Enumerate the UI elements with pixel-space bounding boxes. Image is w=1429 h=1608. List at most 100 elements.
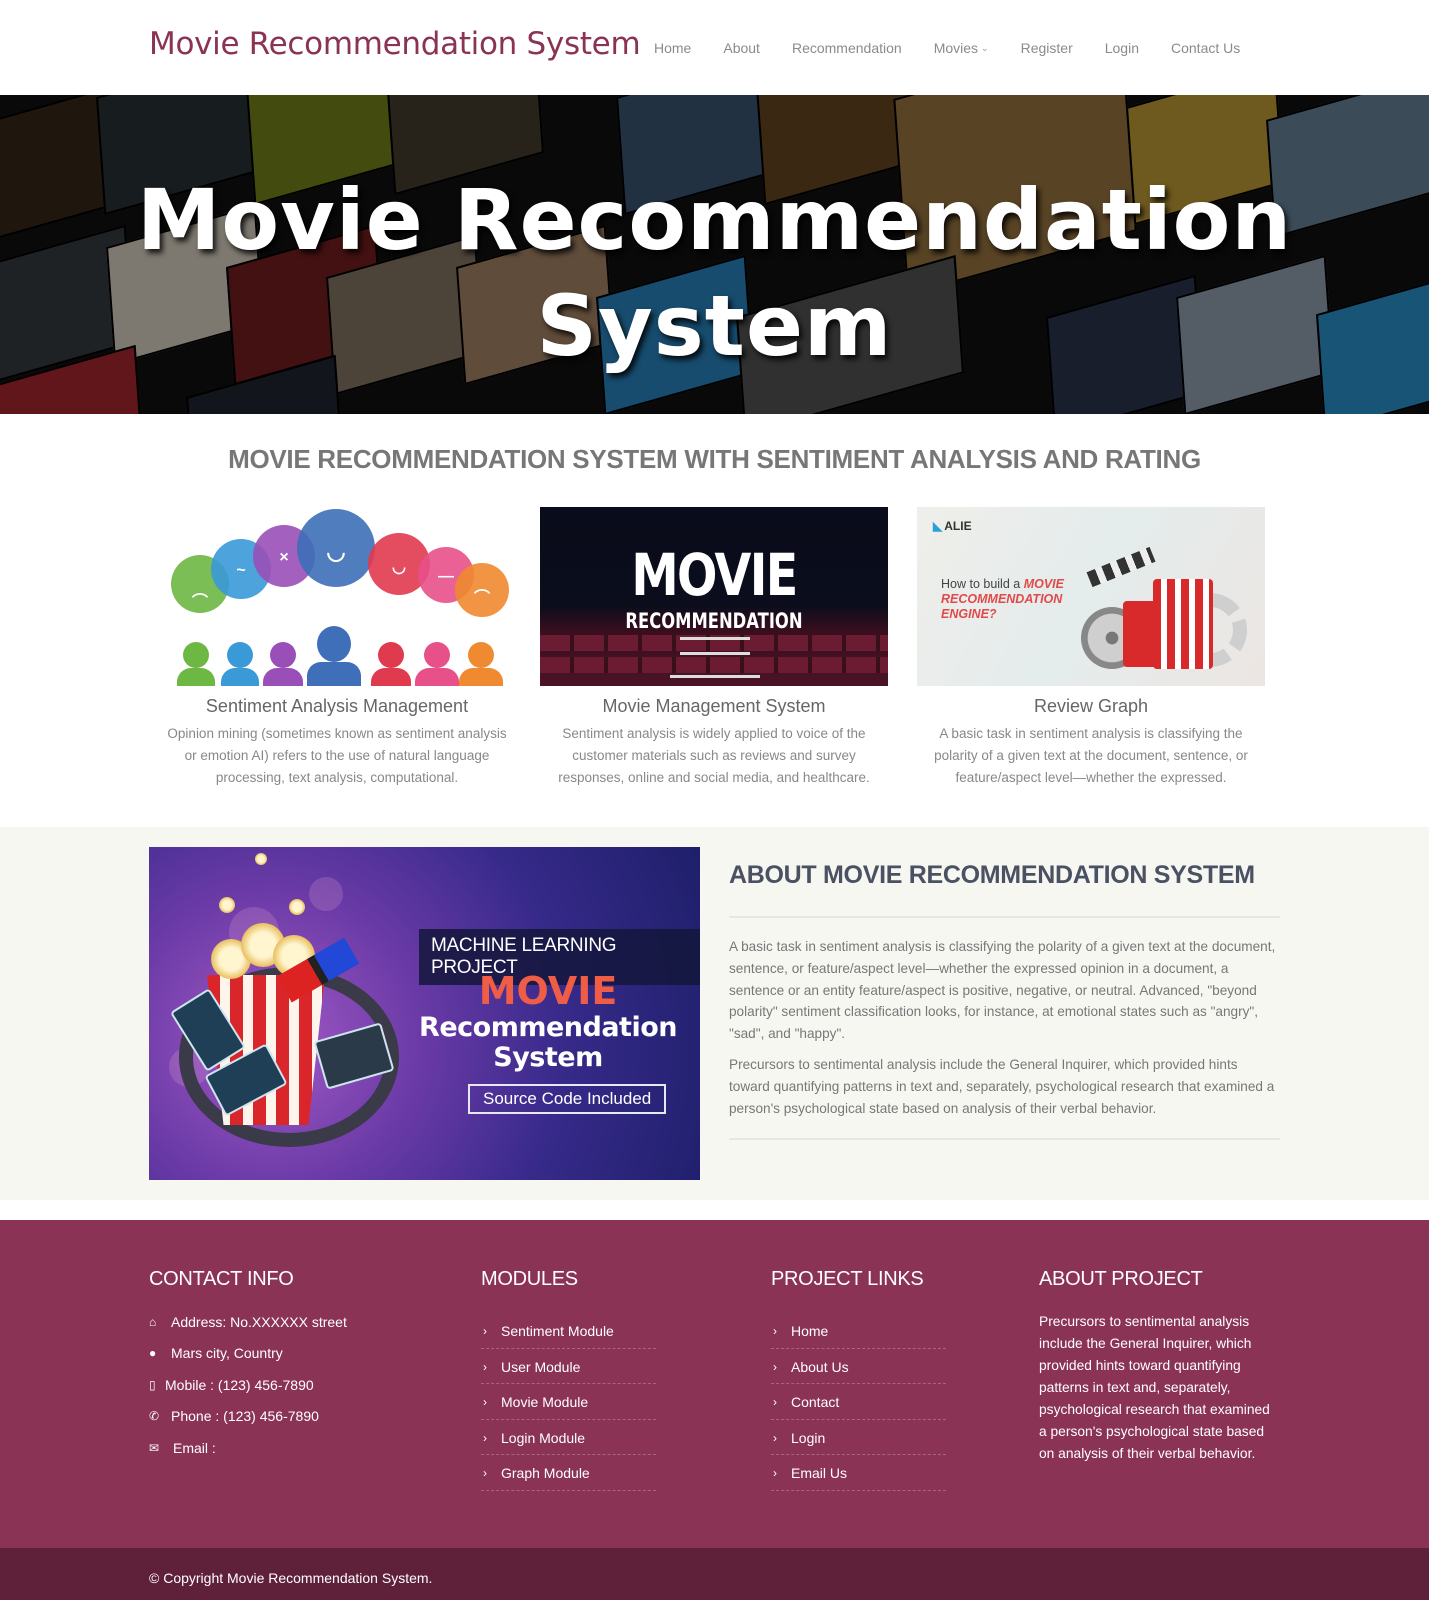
source-code-badge: Source Code Included <box>468 1084 667 1114</box>
image-title: MOVIE <box>631 541 798 609</box>
aisle-step <box>680 652 750 655</box>
modules-list: › Sentiment Module › User Module › Movie Mo… <box>481 1313 656 1491</box>
hero-banner: Movie Recommendation System <box>0 95 1429 414</box>
footer: CONTACT INFO ⌂ Address: No.XXXXXX street … <box>0 1220 1429 1548</box>
person-icon <box>371 668 411 686</box>
contact-text: Address: No.XXXXXX street <box>171 1313 347 1330</box>
chevron-right-icon: › <box>483 1430 487 1445</box>
person-head <box>468 642 494 668</box>
hero-title-line2: System <box>536 277 893 375</box>
nav-label: Recommendation <box>791 40 902 56</box>
module-link-movie[interactable]: › Movie Module <box>481 1384 656 1420</box>
project-links-list: › Home › About Us › Contact › Login › Email U… <box>771 1313 946 1491</box>
footer-heading: PROJECT LINKS <box>771 1268 924 1290</box>
link-text[interactable]: Login Module <box>501 1430 585 1446</box>
project-link-contact[interactable]: › Contact <box>771 1384 946 1420</box>
contact-list: ⌂ Address: No.XXXXXX street ● Mars city, C… <box>149 1306 347 1464</box>
module-link-graph[interactable]: › Graph Module <box>481 1455 656 1491</box>
contact-city: ● Mars city, Country <box>149 1338 347 1370</box>
popcorn-piece <box>255 853 267 865</box>
popcorn-piece <box>219 897 235 913</box>
unsure-bubble-icon: ⌒ <box>455 563 509 617</box>
nav-contact-us[interactable]: Contact Us <box>1171 40 1240 56</box>
contact-phone: ✆ Phone : (123) 456-7890 <box>149 1401 347 1433</box>
person-head <box>317 626 351 662</box>
nav-home[interactable]: Home <box>654 40 691 56</box>
link-text[interactable]: Login <box>791 1430 825 1446</box>
nav-about[interactable]: About <box>723 40 760 56</box>
module-link-user[interactable]: › User Module <box>481 1349 656 1384</box>
project-link-home[interactable]: › Home <box>771 1313 946 1349</box>
person-head <box>270 642 296 668</box>
navbar: Movie Recommendation System Home About R… <box>0 0 1429 95</box>
promo-movie-title: MOVIE <box>478 969 618 1013</box>
caption-plain: How to build a <box>941 577 1024 591</box>
contact-text: Phone : (123) 456-7890 <box>171 1408 319 1425</box>
happy-bubble-icon: ◡ <box>297 509 375 587</box>
card-text: Sentiment analysis is widely applied to … <box>558 726 870 785</box>
footer-contact-info: CONTACT INFO ⌂ Address: No.XXXXXX street … <box>149 1268 347 1464</box>
envelope-icon: ✉ <box>149 1440 160 1455</box>
link-text[interactable]: User Module <box>501 1359 580 1375</box>
link-text[interactable]: About Us <box>791 1359 849 1375</box>
nav-movies-dropdown[interactable]: Movies ⌄ <box>934 40 989 56</box>
contact-address: ⌂ Address: No.XXXXXX street <box>149 1306 347 1338</box>
home-icon: ⌂ <box>149 1314 157 1329</box>
person-head <box>378 642 404 668</box>
feature-cards: ︵ ~ × ◡ ◡ — ⌒ Sentiment Analysis Managem… <box>0 507 1429 789</box>
nav-label: Contact Us <box>1171 40 1241 56</box>
project-link-about[interactable]: › About Us <box>771 1349 946 1384</box>
project-link-login[interactable]: › Login <box>771 1420 946 1455</box>
person-icon <box>415 668 459 686</box>
person-icon <box>307 662 361 686</box>
card-title: Sentiment Analysis Management <box>205 696 469 716</box>
promo-line2: System <box>493 1042 603 1073</box>
link-text[interactable]: Email Us <box>791 1465 847 1481</box>
footer-about-project: ABOUT PROJECT Precursors to sentimental … <box>1039 1268 1279 1465</box>
person-icon <box>177 668 215 686</box>
caption-emph: RECOMMENDATION <box>941 592 1063 606</box>
link-text[interactable]: Home <box>791 1323 828 1339</box>
sentiment-image: ︵ ~ × ◡ ◡ — ⌒ <box>163 507 511 686</box>
clapperboard-icon <box>1086 546 1156 588</box>
chevron-down-icon: ⌄ <box>981 42 989 53</box>
globe-icon: ● <box>149 1346 157 1361</box>
seat-row <box>540 657 888 673</box>
copyright-bar: © Copyright Movie Recommendation System. <box>0 1548 1429 1600</box>
about-promo-image: MACHINE LEARNING PROJECT MOVIE Recommend… <box>149 847 700 1180</box>
feature-card: ︵ ~ × ◡ ◡ — ⌒ Sentiment Analysis Managem… <box>163 507 511 789</box>
project-link-email[interactable]: › Email Us <box>771 1455 946 1491</box>
card-title: Review Graph <box>1033 696 1149 716</box>
nav-recommendation[interactable]: Recommendation <box>792 40 902 56</box>
nav-label: Login <box>1104 40 1139 56</box>
chevron-right-icon: › <box>773 1430 777 1445</box>
person-head <box>424 642 450 668</box>
chevron-right-icon: › <box>773 1324 777 1339</box>
link-text[interactable]: Sentiment Module <box>501 1323 614 1339</box>
features-section: MOVIE RECOMMENDATION SYSTEM WITH SENTIME… <box>0 414 1429 827</box>
chevron-right-icon: › <box>483 1359 487 1374</box>
module-link-sentiment[interactable]: › Sentiment Module <box>481 1313 656 1349</box>
link-text[interactable]: Graph Module <box>501 1465 590 1481</box>
chevron-right-icon: › <box>483 1395 487 1410</box>
link-text[interactable]: Movie Module <box>501 1394 588 1410</box>
soda-cup-icon <box>1123 601 1159 667</box>
main-nav: Home About Recommendation Movies ⌄ Regist… <box>654 40 1240 56</box>
features-heading: MOVIE RECOMMENDATION SYSTEM WITH SENTIME… <box>228 444 1201 474</box>
aisle-step <box>680 637 750 640</box>
person-icon <box>459 668 503 686</box>
person-head <box>227 642 253 668</box>
feature-card: ◣ ALIE How to build a MOVIE RECOMMENDATIO… <box>917 507 1265 789</box>
about-paragraph: Precursors to sentimental analysis inclu… <box>729 1056 1275 1116</box>
nav-register[interactable]: Register <box>1021 40 1073 56</box>
footer-heading: MODULES <box>481 1268 578 1290</box>
brand-logo[interactable]: Movie Recommendation System <box>149 26 641 62</box>
link-text[interactable]: Contact <box>791 1394 839 1410</box>
module-link-login[interactable]: › Login Module <box>481 1420 656 1455</box>
bokeh-light <box>309 877 343 911</box>
contact-email: ✉ Email : <box>149 1432 347 1464</box>
promo-line1: Recommendation <box>419 1012 677 1043</box>
logo-icon: ◣ <box>933 519 943 533</box>
contact-mobile: ▯ Mobile : (123) 456-7890 <box>149 1369 347 1401</box>
nav-login[interactable]: Login <box>1105 40 1139 56</box>
